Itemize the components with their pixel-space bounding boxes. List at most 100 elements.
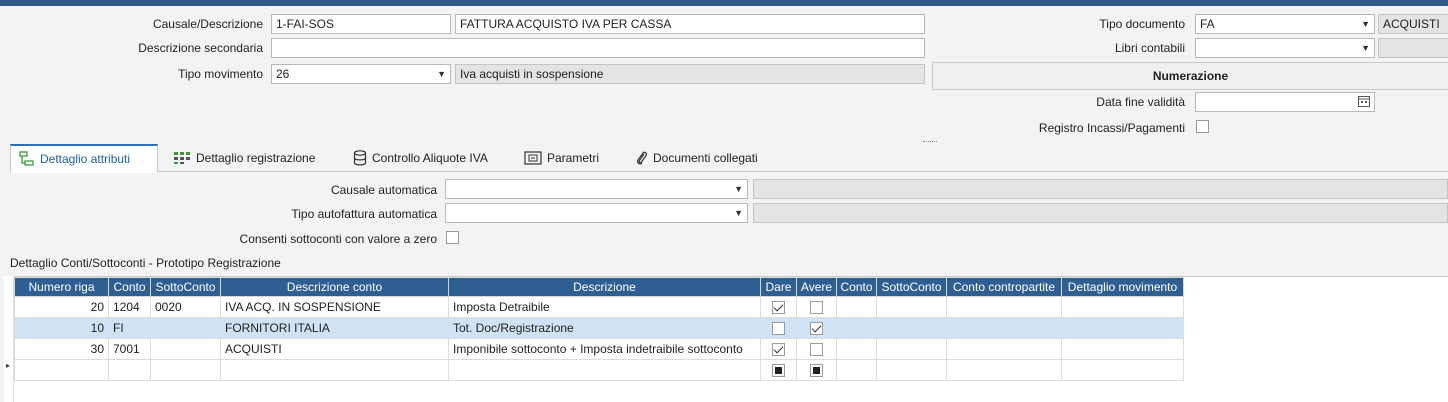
tipo-autofattura-label: Tipo autofattura automatica (291, 207, 437, 221)
cell-conto-2[interactable] (836, 296, 877, 318)
causale-code-field[interactable]: 1-FAI-SOS (271, 14, 451, 34)
tab-controllo-aliquote-iva[interactable]: Controllo Aliquote IVA (345, 144, 510, 172)
cell-conto[interactable] (108, 359, 151, 381)
tipo-movimento-select[interactable]: 26 ▼ (271, 64, 451, 84)
col-sottoconto[interactable]: SottoConto (150, 277, 221, 297)
causale-automatica-select[interactable]: ▼ (445, 179, 748, 199)
cell-sottoconto[interactable] (150, 317, 221, 339)
cell-conto[interactable]: 1204 (108, 296, 151, 318)
cell-conto-contropartite[interactable] (946, 359, 1062, 381)
tipo-movimento-description: Iva acquisti in sospensione (455, 64, 925, 84)
avere-checkbox[interactable] (810, 322, 823, 336)
cell-dare[interactable] (760, 338, 797, 360)
cell-avere[interactable] (796, 317, 837, 339)
tipo-documento-select[interactable]: FA ▼ (1195, 14, 1375, 34)
cell-numero-riga[interactable]: 10 (14, 317, 109, 339)
avere-checkbox[interactable] (810, 301, 823, 315)
chevron-down-icon: ▼ (734, 208, 743, 218)
cell-dettaglio-movimento[interactable] (1061, 296, 1184, 318)
current-row-indicator-icon: ▸ (6, 361, 11, 370)
tab-dettaglio-registrazione[interactable]: Dettaglio registrazione (165, 144, 335, 172)
cell-descrizione[interactable]: Imposta Detraibile (448, 296, 761, 318)
cell-conto[interactable]: FI (108, 317, 151, 339)
table-row[interactable]: 20 1204 0020 IVA ACQ. IN SOSPENSIONE Imp… (14, 296, 1184, 318)
cell-descrizione[interactable]: Imponibile sottoconto + Imposta indetrai… (448, 338, 761, 360)
col-numero-riga[interactable]: Numero riga (14, 277, 109, 297)
tipo-movimento-value: 26 (276, 67, 290, 81)
splitter-handle[interactable] (923, 141, 937, 143)
calendar-icon[interactable] (1358, 95, 1370, 110)
chevron-down-icon: ▼ (1361, 43, 1370, 53)
cell-conto-2[interactable] (836, 338, 877, 360)
cell-numero-riga[interactable]: 30 (14, 338, 109, 360)
descrizione-secondaria-field[interactable] (271, 38, 925, 58)
new-row[interactable] (14, 359, 1184, 381)
col-sottoconto-2[interactable]: SottoConto (876, 277, 947, 297)
col-conto-2[interactable]: Conto (836, 277, 877, 297)
cell-conto-contropartite[interactable] (946, 317, 1062, 339)
cell-numero-riga[interactable]: 20 (14, 296, 109, 318)
cell-conto-contropartite[interactable] (946, 296, 1062, 318)
cell-descrizione[interactable]: Tot. Doc/Registrazione (448, 317, 761, 339)
cell-descrizione-conto[interactable]: FORNITORI ITALIA (220, 317, 449, 339)
tab-dettaglio-attributi[interactable]: Dettaglio attributi (10, 144, 158, 173)
cell-dettaglio-movimento[interactable] (1061, 317, 1184, 339)
causale-automatica-description (753, 179, 1448, 199)
tipo-movimento-label: Tipo movimento (178, 67, 263, 81)
dare-checkbox[interactable] (772, 322, 785, 336)
grid-header-row: Numero riga Conto SottoConto Descrizione… (14, 277, 1184, 297)
cell-dare[interactable] (760, 317, 797, 339)
cell-descrizione[interactable] (448, 359, 761, 381)
col-dare[interactable]: Dare (760, 277, 797, 297)
cell-sottoconto[interactable] (150, 359, 221, 381)
accounts-grid: Numero riga Conto SottoConto Descrizione… (14, 276, 1448, 402)
cell-sottoconto-2[interactable] (876, 338, 947, 360)
avere-checkbox-indeterminate[interactable] (810, 364, 823, 378)
cell-descrizione-conto[interactable]: ACQUISTI (220, 338, 449, 360)
causale-description-field[interactable]: FATTURA ACQUISTO IVA PER CASSA (455, 14, 925, 34)
dare-checkbox[interactable] (772, 301, 785, 315)
cell-sottoconto-2[interactable] (876, 296, 947, 318)
cell-avere[interactable] (796, 359, 837, 381)
database-icon (353, 150, 367, 166)
tab-label: Controllo Aliquote IVA (372, 151, 488, 165)
cell-sottoconto[interactable]: 0020 (150, 296, 221, 318)
libri-contabili-select[interactable]: ▼ (1195, 38, 1375, 58)
col-descrizione[interactable]: Descrizione (448, 277, 761, 297)
cell-descrizione-conto[interactable]: IVA ACQ. IN SOSPENSIONE (220, 296, 449, 318)
cell-dettaglio-movimento[interactable] (1061, 338, 1184, 360)
dare-checkbox[interactable] (772, 343, 785, 357)
col-conto-contropartite[interactable]: Conto contropartite (946, 277, 1062, 297)
consenti-sottoconti-label: Consenti sottoconti con valore a zero (239, 232, 437, 246)
col-dettaglio-movimento[interactable]: Dettaglio movimento (1061, 277, 1184, 297)
tipo-documento-value: FA (1200, 17, 1215, 31)
cell-descrizione-conto[interactable] (220, 359, 449, 381)
cell-conto[interactable]: 7001 (108, 338, 151, 360)
col-descrizione-conto[interactable]: Descrizione conto (220, 277, 449, 297)
cell-sottoconto-2[interactable] (876, 359, 947, 381)
cell-sottoconto-2[interactable] (876, 317, 947, 339)
cell-conto-2[interactable] (836, 317, 877, 339)
table-row[interactable]: 10 FI FORNITORI ITALIA Tot. Doc/Registra… (14, 317, 1184, 339)
cell-avere[interactable] (796, 338, 837, 360)
registro-incassi-checkbox[interactable] (1196, 120, 1209, 133)
cell-sottoconto[interactable] (150, 338, 221, 360)
table-row[interactable]: 30 7001 ACQUISTI Imponibile sottoconto +… (14, 338, 1184, 360)
consenti-sottoconti-checkbox[interactable] (446, 231, 459, 244)
avere-checkbox[interactable] (810, 343, 823, 357)
tab-parametri[interactable]: Parametri (516, 144, 626, 172)
tipo-autofattura-select[interactable]: ▼ (445, 203, 748, 223)
cell-dare[interactable] (760, 296, 797, 318)
dare-checkbox-indeterminate[interactable] (772, 364, 785, 378)
row-header-column (4, 276, 14, 402)
cell-conto-contropartite[interactable] (946, 338, 1062, 360)
cell-avere[interactable] (796, 296, 837, 318)
data-fine-validita-field[interactable] (1195, 92, 1375, 112)
col-conto[interactable]: Conto (108, 277, 151, 297)
col-avere[interactable]: Avere (796, 277, 837, 297)
tab-documenti-collegati[interactable]: Documenti collegati (628, 144, 788, 172)
cell-numero-riga[interactable] (14, 359, 109, 381)
cell-dare[interactable] (760, 359, 797, 381)
cell-conto-2[interactable] (836, 359, 877, 381)
cell-dettaglio-movimento[interactable] (1061, 359, 1184, 381)
